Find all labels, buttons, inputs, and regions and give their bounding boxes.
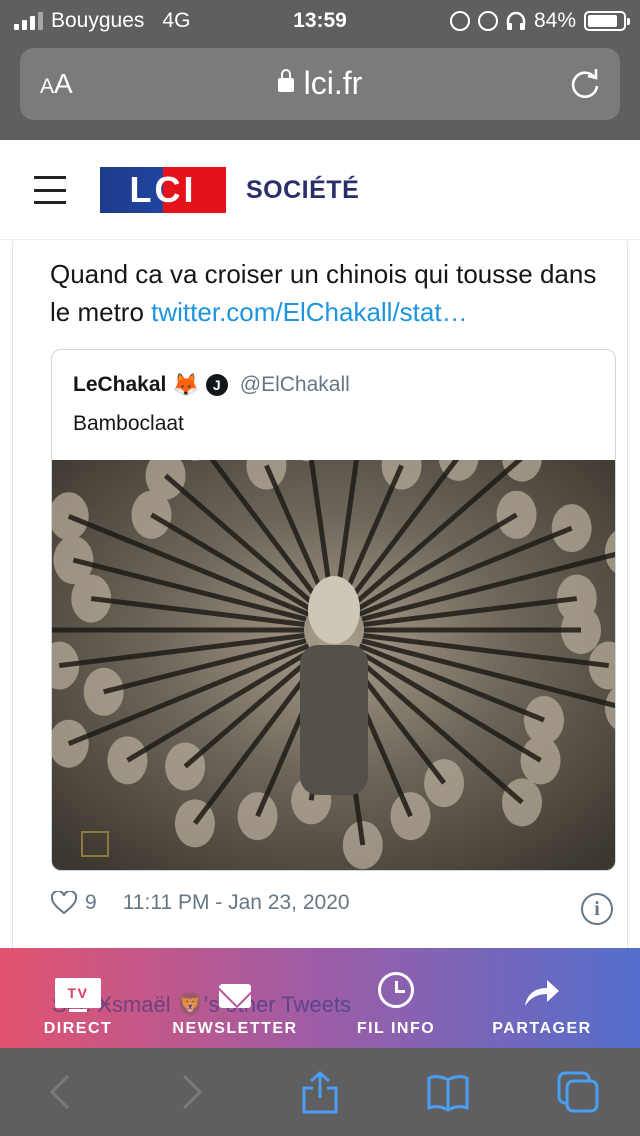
url-display[interactable]: lci.fr: [20, 65, 620, 102]
embedded-tweet: Quand ca va croiser un chinois qui touss…: [12, 241, 628, 1048]
battery-icon: [584, 11, 630, 31]
tweet-timestamp[interactable]: 11:11 PM - Jan 23, 2020: [123, 891, 350, 915]
nav-newsletter-label: NEWSLETTER: [172, 1020, 298, 1037]
site-header: LCI SOCIÉTÉ: [0, 140, 640, 240]
fox-emoji-icon: 🦊: [172, 372, 200, 397]
address-bar[interactable]: AA lci.fr: [20, 48, 620, 120]
tweet-text: Quand ca va croiser un chinois qui touss…: [50, 255, 610, 331]
quoted-tweet-text: Bamboclaat: [73, 412, 184, 435]
info-icon[interactable]: i: [581, 893, 613, 925]
nav-fil-info[interactable]: FIL INFO: [348, 966, 444, 1038]
nav-newsletter[interactable]: NEWSLETTER: [160, 966, 310, 1038]
mail-icon: [219, 984, 251, 1008]
nav-direct[interactable]: TV DIRECT: [38, 966, 118, 1038]
reload-icon[interactable]: [568, 66, 602, 100]
section-title[interactable]: SOCIÉTÉ: [246, 176, 359, 205]
quoted-tweet[interactable]: LeChakal 🦊 J @ElChakall Bamboclaat: [51, 349, 616, 871]
tweet-meta: 9 11:11 PM - Jan 23, 2020: [51, 891, 350, 915]
back-icon[interactable]: [40, 1070, 84, 1114]
article-content: Quand ca va croiser un chinois qui touss…: [0, 241, 640, 1048]
browser-toolbar: [0, 1048, 640, 1136]
site-bottom-nav: See Ӿsmaël 🦁's other Tweets TV DIRECT NE…: [0, 948, 640, 1048]
quoted-tweet-photo[interactable]: [52, 460, 616, 870]
nav-direct-label: DIRECT: [43, 1020, 113, 1037]
share-arrow-icon: [525, 980, 559, 1006]
alarm-icon: [477, 11, 498, 31]
clock-icon: [378, 972, 414, 1008]
status-bar: Bouygues 4G 13:59 84%: [0, 0, 640, 42]
share-icon[interactable]: [298, 1070, 342, 1114]
quoted-author-name: LeChakal: [73, 373, 167, 396]
nav-partager[interactable]: PARTAGER: [484, 966, 600, 1038]
bookmarks-icon[interactable]: [426, 1070, 470, 1114]
lock-rotation-icon: [449, 11, 470, 31]
battery-percent: 84%: [533, 9, 576, 32]
lci-logo[interactable]: LCI: [100, 167, 226, 213]
j-badge-icon: J: [205, 374, 228, 396]
domain-text: lci.fr: [303, 65, 363, 101]
headphones-icon: [506, 11, 526, 30]
quoted-author-handle: @ElChakall: [239, 373, 350, 396]
like-count[interactable]: 9: [85, 891, 97, 915]
forward-icon[interactable]: [168, 1070, 212, 1114]
tweet-link[interactable]: twitter.com/ElChakall/stat…: [151, 297, 467, 327]
nav-fil-info-label: FIL INFO: [356, 1020, 436, 1037]
tabs-icon[interactable]: [556, 1070, 600, 1114]
heart-icon[interactable]: [51, 891, 77, 915]
menu-icon[interactable]: [34, 176, 66, 204]
lock-icon: [277, 69, 294, 92]
nav-partager-label: PARTAGER: [492, 1020, 592, 1037]
tv-icon: TV: [55, 978, 101, 1012]
browser-chrome-top: Bouygues 4G 13:59 84% AA lci.fr: [0, 0, 640, 140]
